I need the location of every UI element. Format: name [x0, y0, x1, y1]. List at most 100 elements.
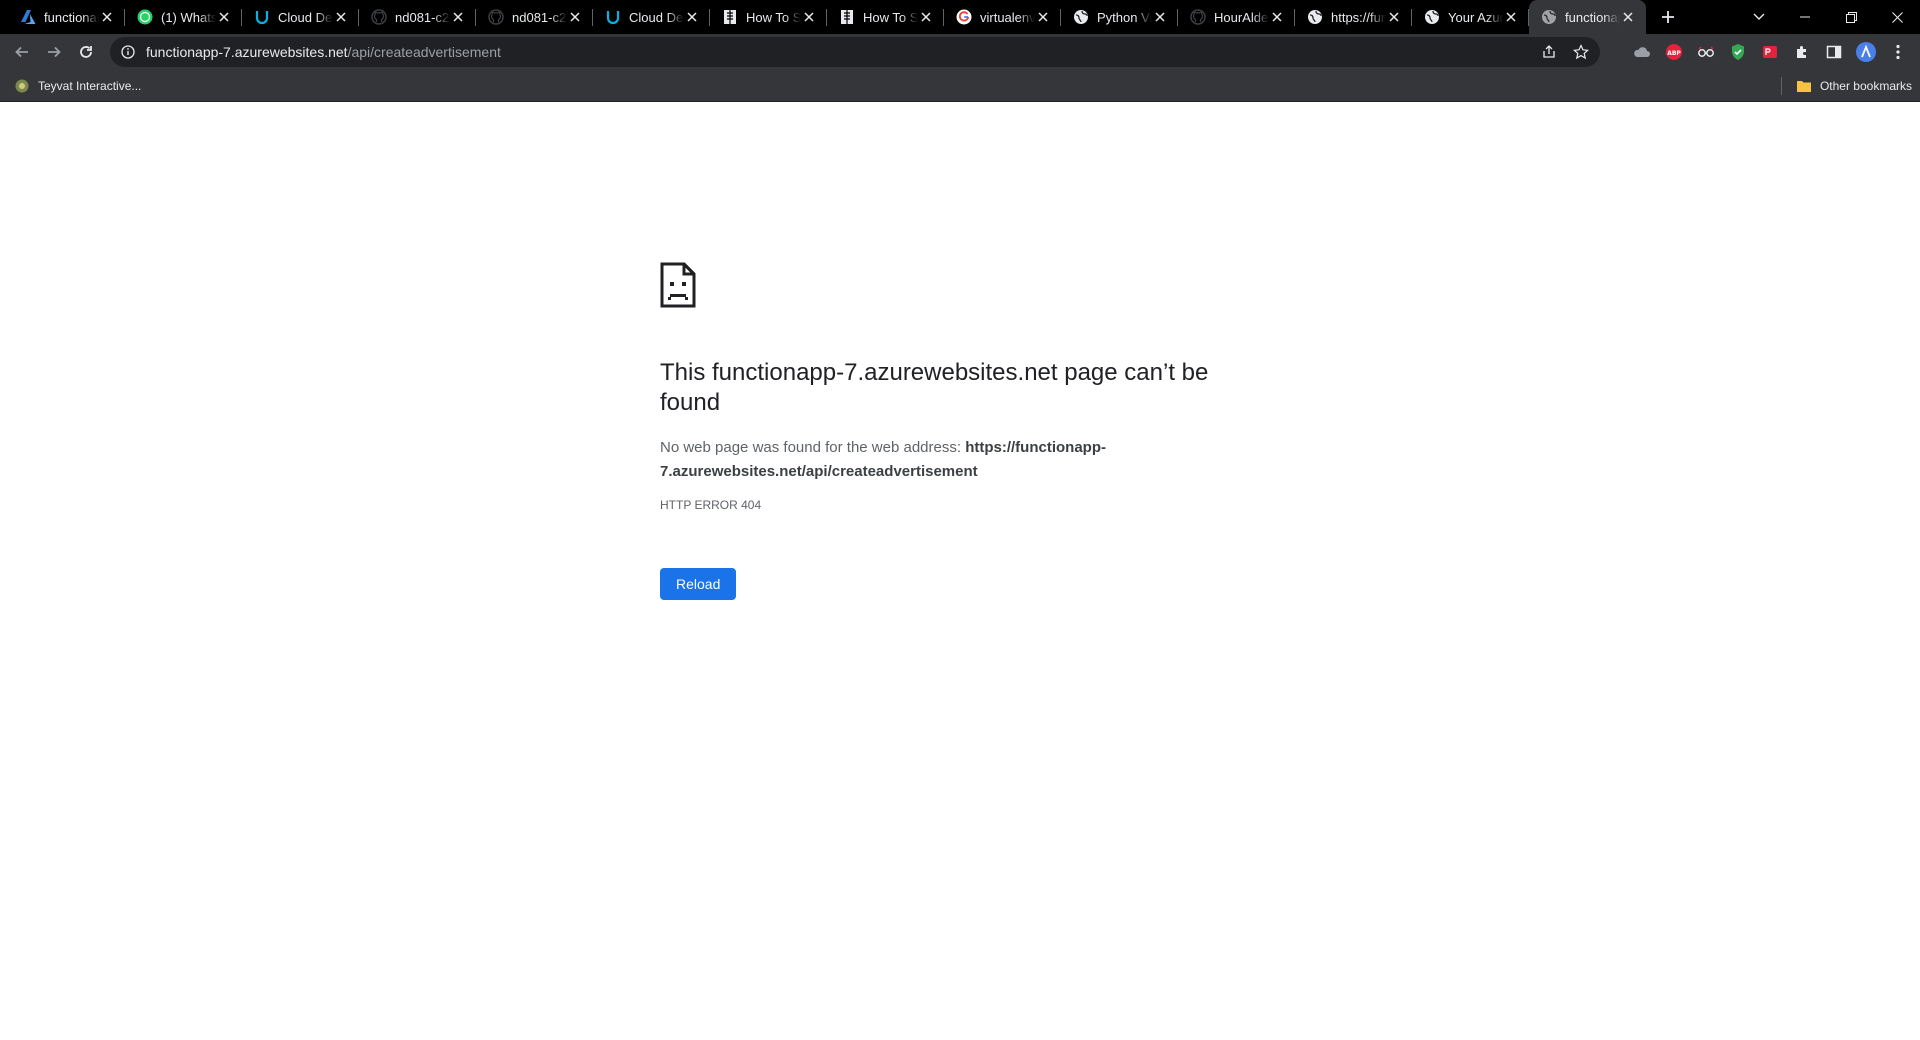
chevron-down-icon — [1753, 13, 1765, 20]
forward-button[interactable] — [38, 36, 70, 68]
tab-6[interactable]: How To Set — [710, 0, 827, 34]
tab-close-button[interactable] — [1152, 9, 1168, 25]
bookmark-star-icon[interactable] — [1570, 41, 1592, 63]
globe-icon — [1424, 9, 1440, 25]
tab-8[interactable]: virtualenv — [944, 0, 1061, 34]
reload-button[interactable]: Reload — [660, 568, 737, 600]
close-icon — [921, 12, 931, 22]
share-icon[interactable] — [1538, 41, 1560, 63]
tab-2[interactable]: Cloud Developer — [242, 0, 359, 34]
adblock-icon[interactable]: ABP — [1658, 36, 1690, 68]
url-text[interactable]: functionapp-7.azurewebsites.net/api/crea… — [146, 44, 501, 60]
browser-toolbar: functionapp-7.azurewebsites.net/api/crea… — [0, 34, 1920, 70]
tab-title: Python Virtual — [1097, 9, 1152, 25]
tab-close-button[interactable] — [918, 9, 934, 25]
tab-close-button[interactable] — [216, 9, 232, 25]
tab-title: How To Set — [746, 9, 801, 25]
other-bookmarks-button[interactable]: Other bookmarks — [1788, 73, 1920, 99]
whatsapp-icon — [137, 9, 153, 25]
tab-close-button[interactable] — [567, 9, 583, 25]
close-icon — [1623, 12, 1633, 22]
github-icon — [1190, 9, 1206, 25]
tab-0[interactable]: functionapp-7 — [8, 0, 125, 34]
back-button[interactable] — [6, 36, 38, 68]
tab-title: functionapp — [1565, 9, 1620, 25]
azure-icon — [20, 9, 36, 25]
tab-close-button[interactable] — [450, 9, 466, 25]
tab-1[interactable]: (1) WhatsApp — [125, 0, 242, 34]
doc-icon — [839, 9, 855, 25]
shield-icon[interactable] — [1722, 36, 1754, 68]
puzzle-icon[interactable] — [1786, 36, 1818, 68]
tab-title: virtualenv — [980, 9, 1035, 25]
tab-close-button[interactable] — [1386, 9, 1402, 25]
tab-title: (1) WhatsApp — [161, 9, 216, 25]
close-icon — [687, 12, 697, 22]
tab-12[interactable]: Your Azure — [1412, 0, 1529, 34]
menu-icon[interactable] — [1882, 36, 1914, 68]
minimize-button[interactable] — [1782, 0, 1828, 34]
tab-9[interactable]: Python Virtual — [1061, 0, 1178, 34]
close-icon — [1155, 12, 1165, 22]
restore-button[interactable] — [1828, 0, 1874, 34]
new-tab-button[interactable] — [1654, 3, 1682, 31]
other-bookmarks-label: Other bookmarks — [1819, 79, 1912, 93]
tab-close-button[interactable] — [99, 9, 115, 25]
tab-13[interactable]: functionapp — [1529, 0, 1646, 34]
error-description-text: No web page was found for the web addres… — [660, 439, 966, 456]
tab-close-button[interactable] — [333, 9, 349, 25]
glasses-icon[interactable] — [1690, 36, 1722, 68]
tab-3[interactable]: nd081-c2 — [359, 0, 476, 34]
tab-close-button[interactable] — [1035, 9, 1051, 25]
tab-close-button[interactable] — [1503, 9, 1519, 25]
tab-title: nd081-c2 — [512, 9, 567, 25]
google-icon — [956, 9, 972, 25]
site-info-icon[interactable] — [118, 42, 138, 62]
restore-icon — [1845, 11, 1857, 23]
close-icon — [570, 12, 580, 22]
tab-title: Cloud Developer — [629, 9, 684, 25]
tab-title: Your Azure — [1448, 9, 1503, 25]
other-bookmarks-area: Other bookmarks — [1780, 70, 1920, 102]
bookmarks-divider — [1780, 77, 1782, 95]
page-content: This functionapp-7.azurewebsites.net pag… — [0, 102, 1920, 1040]
address-bar[interactable]: functionapp-7.azurewebsites.net/api/crea… — [110, 37, 1600, 67]
github-icon — [488, 9, 504, 25]
error-container: This functionapp-7.azurewebsites.net pag… — [660, 262, 1240, 600]
tab-close-button[interactable] — [1269, 9, 1285, 25]
extensions-area: ABP — [1626, 34, 1920, 70]
tab-11[interactable]: https://functionapp — [1295, 0, 1412, 34]
sad-page-icon — [660, 262, 696, 308]
tab-close-button[interactable] — [801, 9, 817, 25]
cloud-icon[interactable] — [1626, 36, 1658, 68]
url-path: /api/createadvertisement — [347, 44, 501, 60]
plus-icon — [1662, 11, 1674, 23]
tab-7[interactable]: How To Set — [827, 0, 944, 34]
window-controls — [1736, 0, 1920, 34]
close-window-button[interactable] — [1874, 0, 1920, 34]
tab-title: HourAlder — [1214, 9, 1269, 25]
udacity-icon — [254, 9, 270, 25]
sidepanel-icon[interactable] — [1818, 36, 1850, 68]
profile-icon[interactable] — [1850, 36, 1882, 68]
reload-toolbar-button[interactable] — [70, 36, 102, 68]
tab-close-button[interactable] — [684, 9, 700, 25]
tab-5[interactable]: Cloud Developer — [593, 0, 710, 34]
tab-10[interactable]: HourAlder — [1178, 0, 1295, 34]
error-description: No web page was found for the web addres… — [660, 436, 1240, 484]
udacity-icon — [605, 9, 621, 25]
close-icon — [102, 12, 112, 22]
tab-close-button[interactable] — [1620, 9, 1636, 25]
tab-search-button[interactable] — [1736, 0, 1782, 34]
bookmark-teyvat-label: Teyvat Interactive... — [38, 78, 142, 93]
globe-icon — [1307, 9, 1323, 25]
tab-4[interactable]: nd081-c2 — [476, 0, 593, 34]
tab-title: functionapp-7 — [44, 9, 99, 25]
bookmark-teyvat[interactable]: Teyvat Interactive... — [6, 73, 149, 99]
folder-icon — [1796, 78, 1812, 94]
close-icon — [336, 12, 346, 22]
pdf-icon[interactable] — [1754, 36, 1786, 68]
svg-text:ABP: ABP — [1667, 50, 1681, 57]
close-icon — [1389, 12, 1399, 22]
github-icon — [371, 9, 387, 25]
